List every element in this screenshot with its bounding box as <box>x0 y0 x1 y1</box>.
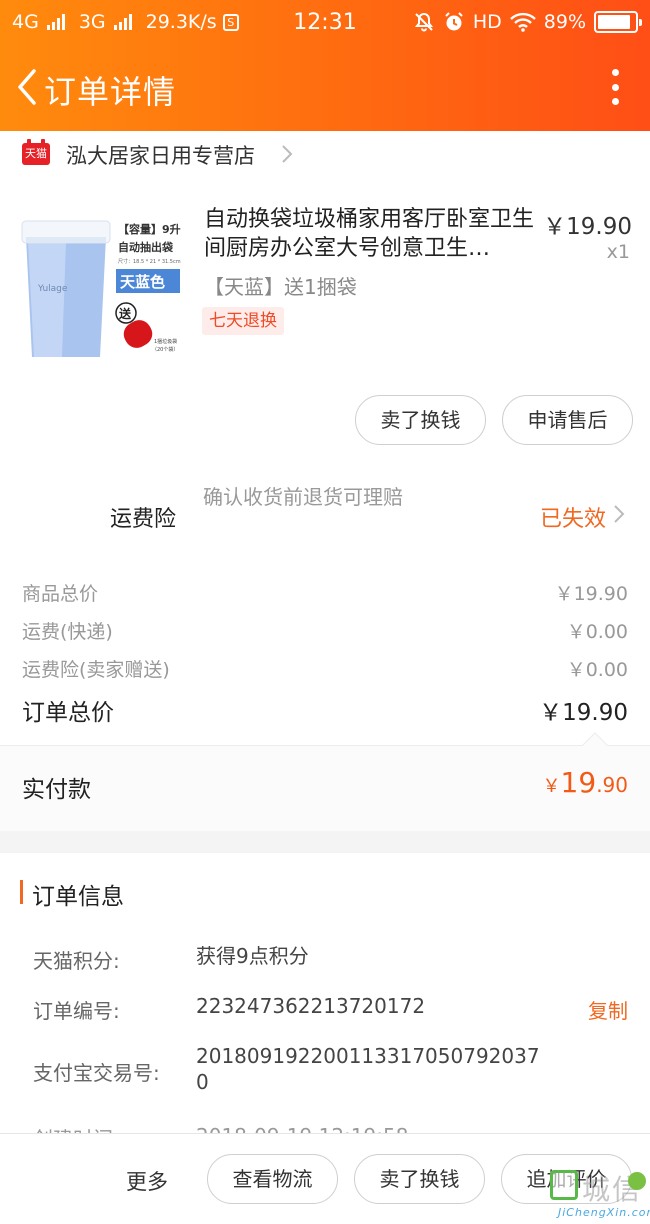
more-button[interactable]: 更多 <box>126 1166 168 1196</box>
back-arrow-icon[interactable] <box>10 65 46 109</box>
product-price: ￥19.90 <box>543 214 632 240</box>
image-gift-count: （20个袋） <box>152 346 178 353</box>
wifi-icon <box>509 12 536 32</box>
s-icon: S <box>222 13 239 31</box>
order-info-card: 订单信息 天猫积分: 获得9点积分 订单编号: 2232473622137201… <box>0 853 650 1133</box>
image-capacity-text: 【容量】9升 <box>118 222 181 236</box>
points-value: 获得9点积分 <box>196 944 309 968</box>
status-bar: 4G 3G 29.3K/s S 12:31 HD 89% <box>0 0 650 44</box>
network-speed: 29.3K/s <box>145 11 217 33</box>
shop-name[interactable]: 泓大居家日用专营店 <box>66 140 255 170</box>
section-accent-bar <box>20 880 23 904</box>
signal-icon <box>46 14 65 30</box>
alipay-number-label: 支付宝交易号: <box>33 1061 160 1085</box>
create-time-value: 2018-09-19 12:19:58 <box>196 1123 408 1133</box>
summary-label: 商品总价 <box>22 583 99 605</box>
hd-label: HD <box>472 11 502 33</box>
network-4g-label: 4G <box>12 11 39 33</box>
tmall-logo-icon: 天猫 <box>22 139 50 165</box>
alarm-clock-icon <box>445 12 463 31</box>
summary-label: 运费(快递) <box>22 621 113 643</box>
shipping-insurance-desc: 确认收货前退货可理赔 <box>203 485 403 509</box>
copy-order-number-button[interactable]: 复制 <box>588 995 628 1024</box>
paid-amount-row: 实付款 ￥19.90 <box>0 732 650 831</box>
order-total-label: 订单总价 <box>22 700 114 726</box>
product-image[interactable]: Yulage 【容量】9升 自动抽出袋 尺寸：18.5 * 21 * 31.5c… <box>16 207 184 365</box>
add-review-button[interactable]: 追加评价 <box>501 1154 632 1204</box>
battery-icon <box>594 11 642 33</box>
header-bar: 4G 3G 29.3K/s S 12:31 HD 89% 订单详情 <box>0 0 650 131</box>
alipay-number-value: 2018091922001133170507920370 <box>196 1044 540 1094</box>
summary-value: ￥19.90 <box>554 583 628 605</box>
summary-row: 商品总价 ￥19.90 <box>22 579 628 606</box>
paid-amount: ￥19.90 <box>543 766 628 799</box>
order-total-value: ￥19.90 <box>539 700 628 726</box>
shop-row[interactable]: 天猫 泓大居家日用专营店 <box>0 131 650 177</box>
image-gift-text: 送 <box>118 306 132 321</box>
order-number-value: 223247362213720172 <box>196 994 426 1018</box>
battery-percent: 89% <box>543 11 586 33</box>
product-quantity: x1 <box>606 241 630 263</box>
image-auto-text: 自动抽出袋 <box>118 240 174 254</box>
product-brand: Yulage <box>37 284 68 294</box>
summary-value: ￥0.00 <box>566 621 628 643</box>
order-number-label: 订单编号: <box>33 999 120 1023</box>
paid-currency: ￥ <box>542 776 561 797</box>
image-gift-note: 1捆垃圾袋 <box>154 338 177 345</box>
summary-label: 运费险(卖家赠送) <box>22 659 170 681</box>
nav-bar: 订单详情 <box>0 55 650 119</box>
more-options-icon[interactable] <box>610 69 620 105</box>
points-label: 天猫积分: <box>33 949 120 973</box>
order-info-title: 订单信息 <box>32 884 124 910</box>
sell-button[interactable]: 卖了换钱 <box>355 395 486 445</box>
shipping-insurance-status[interactable]: 已失效 <box>540 501 606 533</box>
product-sku: 【天蓝】送1捆袋 <box>204 275 357 299</box>
paid-integer: 19 <box>560 766 597 799</box>
chevron-right-icon[interactable] <box>613 503 626 525</box>
paid-label: 实付款 <box>22 777 91 803</box>
summary-row: 运费(快递) ￥0.00 <box>22 617 628 644</box>
page-title: 订单详情 <box>44 73 177 111</box>
network-3g-label: 3G <box>78 11 106 33</box>
shipping-insurance-label: 运费险 <box>110 507 177 532</box>
bottom-action-bar: 更多 查看物流 卖了换钱 追加评价 <box>0 1133 650 1224</box>
paid-decimal: .90 <box>596 773 628 797</box>
order-total-row: 订单总价 ￥19.90 <box>22 693 628 727</box>
summary-value: ￥0.00 <box>566 659 628 681</box>
summary-row: 运费险(卖家赠送) ￥0.00 <box>22 655 628 682</box>
image-size-text: 尺寸：18.5 * 21 * 31.5cm <box>118 258 181 265</box>
image-color-text: 天蓝色 <box>120 273 165 291</box>
mute-bell-icon <box>414 12 433 32</box>
aftersale-button[interactable]: 申请售后 <box>502 395 633 445</box>
view-logistics-button[interactable]: 查看物流 <box>207 1154 338 1204</box>
order-card: 天猫 泓大居家日用专营店 Yulage 【容量】9升 自动抽出袋 尺寸：18.5… <box>0 131 650 745</box>
chevron-right-icon <box>282 145 293 163</box>
product-title[interactable]: 自动换袋垃圾桶家用客厅卧室卫生间厨房办公室大号创意卫生… <box>204 205 534 263</box>
return-policy-badge: 七天退换 <box>202 307 284 335</box>
sell-for-cash-button[interactable]: 卖了换钱 <box>354 1154 485 1204</box>
signal-icon <box>113 14 132 30</box>
create-time-label: 创建时间 <box>33 1123 113 1133</box>
